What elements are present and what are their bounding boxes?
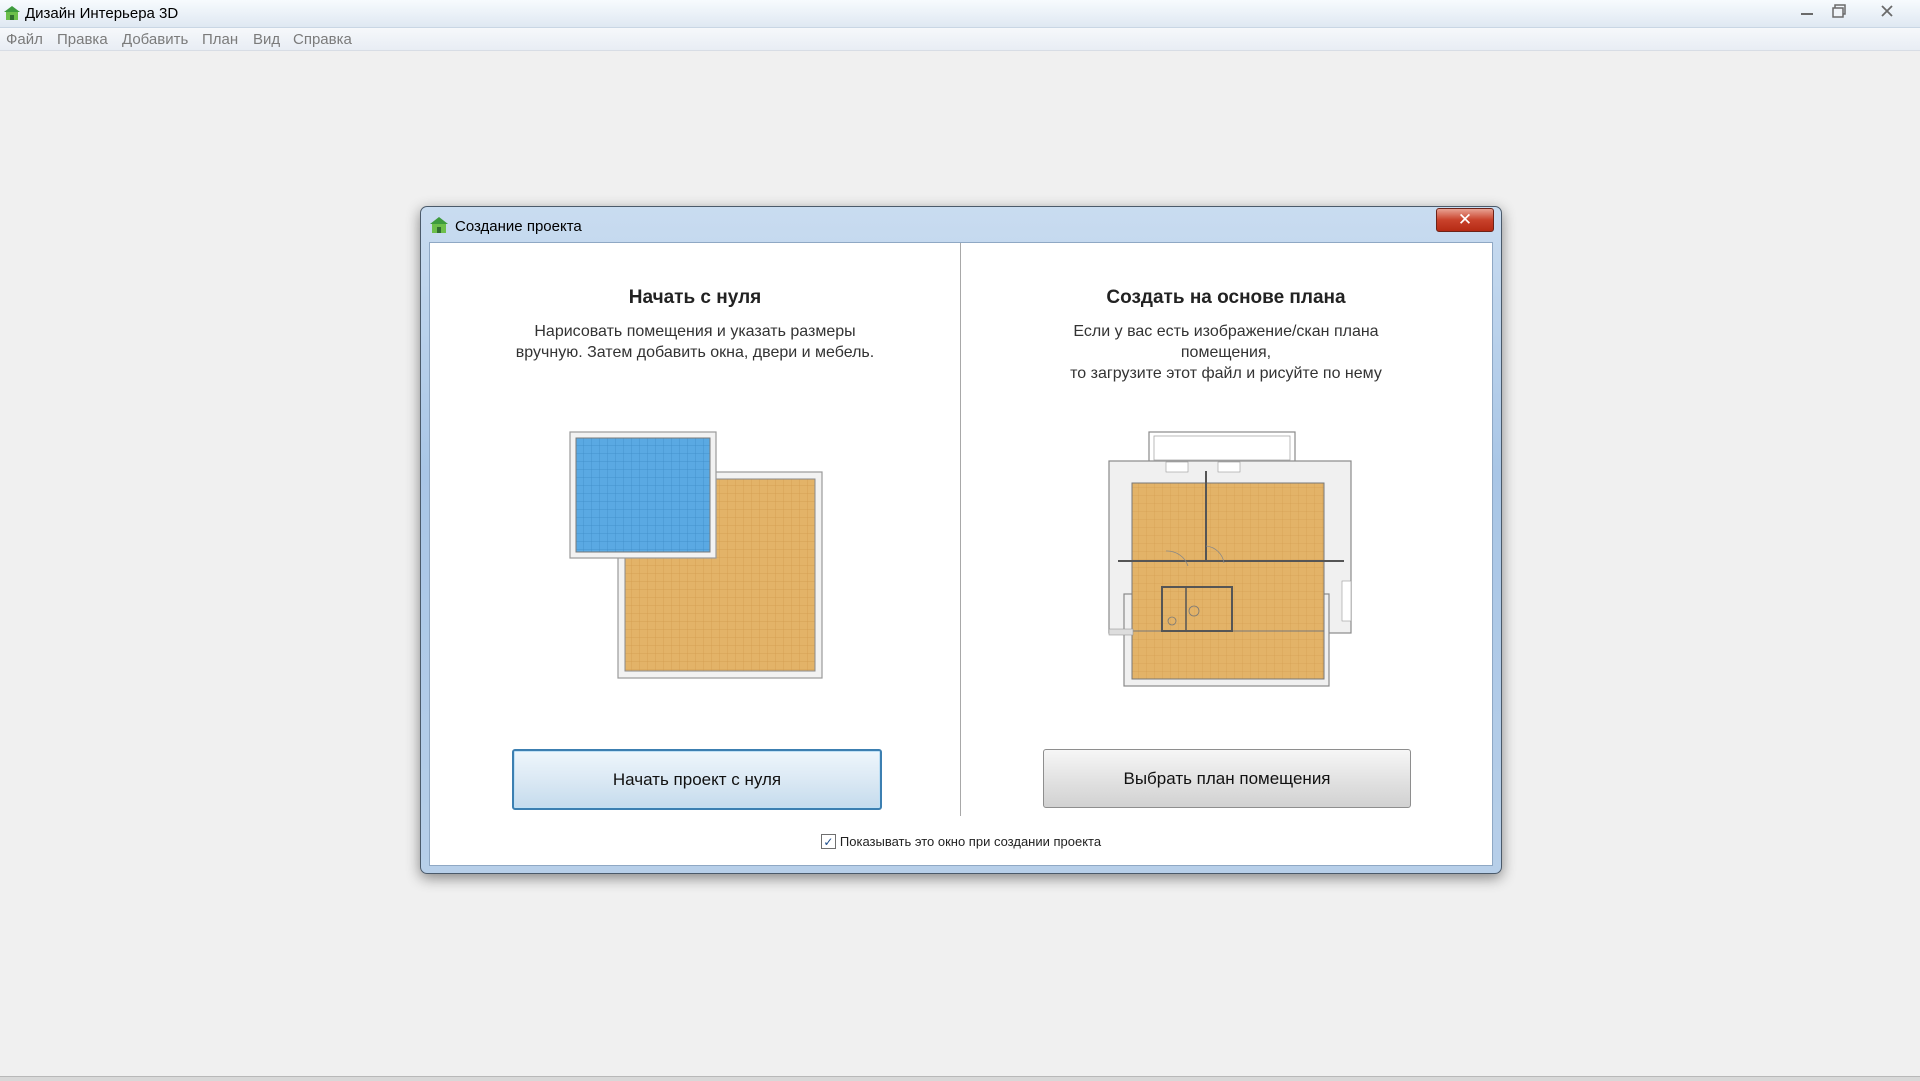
- dialog-close-button[interactable]: ✕: [1436, 208, 1494, 232]
- menu-help[interactable]: Справка: [293, 31, 352, 48]
- choose-floor-plan-button[interactable]: Выбрать план помещения: [1043, 749, 1411, 808]
- panel-heading: Создать на основе плана: [1106, 287, 1346, 308]
- panel-description: Нарисовать помещения и указать размеры в…: [515, 323, 875, 361]
- menu-plan[interactable]: План: [202, 31, 238, 48]
- menu-edit[interactable]: Правка: [57, 31, 108, 48]
- panel-description: Если у вас есть изображение/скан плана п…: [1070, 323, 1382, 382]
- dialog-title: Создание проекта: [455, 218, 582, 235]
- dialog-body: Начать с нуля Нарисовать помещения и ука…: [429, 242, 1493, 866]
- app-title-bar: Дизайн Интерьера 3D: [0, 0, 1920, 28]
- start-from-scratch-panel: Начать с нуля Нарисовать помещения и ука…: [430, 243, 960, 816]
- show-on-create-option: ✓ Показывать это окно при создании проек…: [430, 834, 1492, 849]
- panel-heading: Начать с нуля: [628, 287, 762, 308]
- app-logo-icon: [430, 217, 448, 233]
- status-strip: [0, 1076, 1920, 1081]
- rooms-drawing-illustration: [569, 431, 823, 679]
- menu-add[interactable]: Добавить: [122, 31, 188, 48]
- app-logo-icon: [4, 6, 20, 20]
- floor-plan-illustration: [1108, 431, 1352, 687]
- create-project-dialog: Создание проекта ✕ Начать с нуля Нарисов…: [420, 206, 1502, 874]
- menu-file[interactable]: Файл: [6, 31, 43, 48]
- restore-icon[interactable]: [1822, 0, 1856, 22]
- app-title: Дизайн Интерьера 3D: [25, 5, 179, 22]
- start-from-scratch-button[interactable]: Начать проект с нуля: [512, 749, 882, 810]
- menu-view[interactable]: Вид: [253, 31, 280, 48]
- show-on-create-label[interactable]: Показывать это окно при создании проекта: [840, 834, 1101, 849]
- menu-bar: Файл Правка Добавить План Вид Справка: [0, 28, 1920, 51]
- close-icon[interactable]: [1870, 0, 1904, 22]
- minimize-icon[interactable]: [1790, 0, 1824, 22]
- show-on-create-checkbox[interactable]: ✓: [820, 834, 836, 849]
- create-from-plan-panel: Создать на основе плана Если у вас есть …: [961, 243, 1491, 816]
